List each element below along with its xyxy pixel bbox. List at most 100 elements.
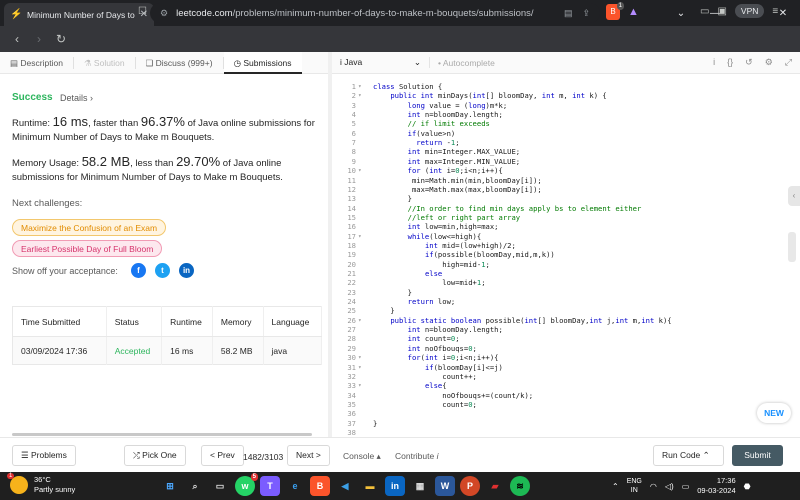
prev-button[interactable]: < Prev: [201, 445, 244, 466]
horizontal-scrollbar[interactable]: [12, 433, 312, 436]
cell-status-link[interactable]: Accepted: [106, 336, 163, 365]
details-link[interactable]: Details ›: [60, 93, 93, 103]
brave-shields-icon[interactable]: B1: [606, 2, 624, 20]
column-header[interactable]: Time Submitted: [12, 306, 107, 337]
code-line[interactable]: 19 if(possible(bloomDay,mid,m,k)): [332, 250, 790, 259]
contribute-link[interactable]: Contribute i: [395, 451, 438, 461]
brave-icon[interactable]: B: [310, 476, 330, 496]
chevron-up-icon[interactable]: ⌃: [612, 482, 619, 491]
code-line[interactable]: 6 if(value>n): [332, 129, 790, 138]
code-line[interactable]: 34 noOfbouqs+=(count/k);: [332, 391, 790, 400]
browser-tab[interactable]: ⚡ Minimum Number of Days to M ✕: [4, 3, 154, 26]
code-line[interactable]: 7 return -1;: [332, 138, 790, 147]
autocomplete-toggle[interactable]: • Autocomplete: [438, 58, 495, 68]
address-bar[interactable]: ⚙ leetcode.com/problems/minimum-number-o…: [150, 3, 600, 23]
code-line[interactable]: 13 }: [332, 194, 790, 203]
code-line[interactable]: 22 low=mid+1;: [332, 278, 790, 287]
run-code-button[interactable]: Run Code ⌃: [653, 445, 724, 466]
wifi-icon[interactable]: ◠: [650, 482, 657, 491]
twitter-icon[interactable]: t: [155, 263, 170, 278]
fullscreen-icon[interactable]: ⤢: [785, 57, 792, 68]
code-line[interactable]: 38: [332, 428, 790, 437]
pick-one-button[interactable]: ⤮ Pick One: [124, 445, 186, 466]
code-line[interactable]: 11 min=Math.min(min,bloomDay[i]);: [332, 176, 790, 185]
code-line[interactable]: 24 return low;: [332, 297, 790, 306]
fold-chevron-icon[interactable]: ▾: [358, 363, 366, 372]
windows-start-icon[interactable]: ⊞: [160, 476, 180, 496]
code-line[interactable]: 33 ▾ else{: [332, 381, 790, 390]
linkedin-app-icon[interactable]: in: [385, 476, 405, 496]
brave-rewards-icon[interactable]: ▲: [628, 6, 639, 18]
editor-scrollbar[interactable]: [788, 232, 796, 262]
problems-button[interactable]: ☰ Problems: [12, 445, 76, 466]
submit-button[interactable]: Submit: [732, 445, 783, 466]
collapse-arrow-icon[interactable]: ‹: [788, 186, 800, 206]
code-line[interactable]: 20 high=mid-1;: [332, 260, 790, 269]
table-row[interactable]: 03/09/2024 17:36 Accepted 16 ms 58.2 MB …: [12, 336, 323, 365]
linkedin-icon[interactable]: in: [179, 263, 194, 278]
word-icon[interactable]: W: [435, 476, 455, 496]
facebook-icon[interactable]: f: [131, 263, 146, 278]
fold-chevron-icon[interactable]: ▾: [358, 316, 366, 325]
bookmark-icon[interactable]: ☐: [138, 6, 147, 17]
code-line[interactable]: 2 ▾ public int minDays(int[] bloomDay, in…: [332, 91, 790, 100]
fold-chevron-icon[interactable]: ▾: [358, 381, 366, 390]
fold-chevron-icon[interactable]: ▾: [358, 91, 366, 100]
code-line[interactable]: 8 int min=Integer.MAX_VALUE;: [332, 147, 790, 156]
powerpoint-icon[interactable]: P: [460, 476, 480, 496]
code-line[interactable]: 21 else: [332, 269, 790, 278]
code-line[interactable]: 14 //In order to find min days apply bs …: [332, 204, 790, 213]
info-icon[interactable]: i: [713, 57, 715, 68]
code-line[interactable]: 17 ▾ while(low<=high){: [332, 232, 790, 241]
fold-chevron-icon[interactable]: ▾: [358, 82, 366, 91]
code-line[interactable]: 16 int low=min,high=max;: [332, 222, 790, 231]
code-line[interactable]: 4 int n=bloomDay.length;: [332, 110, 790, 119]
code-line[interactable]: 10 ▾ for (int i=0;i<n;i++){: [332, 166, 790, 175]
file-explorer-icon[interactable]: ▬: [360, 476, 380, 496]
tab-description[interactable]: ▤ Description: [0, 52, 73, 74]
search-icon[interactable]: ⌕: [185, 476, 205, 496]
code-line[interactable]: 26 ▾ public static boolean possible(int[]…: [332, 316, 790, 325]
notifications-icon[interactable]: ⬣: [744, 482, 751, 491]
code-line[interactable]: 25 }: [332, 306, 790, 315]
code-line[interactable]: 31 ▾ if(bloomDay[i]<=j): [332, 363, 790, 372]
code-area[interactable]: 1 ▾ class Solution {2 ▾ public int minDays(…: [332, 82, 777, 437]
settings-icon[interactable]: ⚙: [765, 57, 773, 68]
code-line[interactable]: 37}: [332, 419, 790, 428]
console-toggle[interactable]: Console ▴: [343, 451, 381, 462]
menu-icon[interactable]: ≡: [772, 6, 778, 17]
column-header[interactable]: Language: [263, 306, 323, 337]
next-button[interactable]: Next >: [287, 445, 330, 466]
code-line[interactable]: 32 count++;: [332, 372, 790, 381]
edge-icon[interactable]: e: [285, 476, 305, 496]
store-icon[interactable]: ▦: [410, 476, 430, 496]
code-line[interactable]: 35 count=0;: [332, 400, 790, 409]
weather-widget[interactable]: 1 36°C Partly sunny: [7, 473, 75, 495]
reload-icon[interactable]: ↻: [50, 32, 72, 46]
code-line[interactable]: 9 int max=Integer.MIN_VALUE;: [332, 157, 790, 166]
tab-solution[interactable]: ⚗ Solution: [74, 52, 135, 74]
new-feature-button[interactable]: NEW: [757, 403, 791, 423]
language-select[interactable]: i Java ⌄: [340, 57, 430, 68]
chevron-down-icon[interactable]: ⌄: [664, 8, 698, 19]
code-line[interactable]: 15 //left or right part array: [332, 213, 790, 222]
code-line[interactable]: 23 }: [332, 288, 790, 297]
clock[interactable]: 17:36 09-03-2024: [697, 476, 735, 496]
back-icon[interactable]: ‹: [6, 32, 28, 46]
challenge-chip-medium[interactable]: Maximize the Confusion of an Exam: [12, 219, 167, 236]
whatsapp-icon[interactable]: w5: [235, 473, 258, 496]
code-line[interactable]: 12 max=Math.max(max,bloomDay[i]);: [332, 185, 790, 194]
forward-icon[interactable]: ›: [28, 32, 50, 46]
pdf-icon[interactable]: ▰: [485, 476, 505, 496]
volume-icon[interactable]: ◁): [665, 482, 674, 491]
teams-icon[interactable]: T: [260, 476, 280, 496]
site-info-icon[interactable]: ⚙: [160, 8, 168, 19]
reader-mode-icon[interactable]: ▤: [564, 8, 573, 19]
challenge-chip-hard[interactable]: Earliest Possible Day of Full Bloom: [12, 240, 163, 257]
code-line[interactable]: 3 long value = (long)m*k;: [332, 101, 790, 110]
code-line[interactable]: 1 ▾ class Solution {: [332, 82, 790, 91]
code-line[interactable]: 36: [332, 409, 790, 418]
braces-icon[interactable]: {}: [727, 57, 733, 68]
reset-icon[interactable]: ↺: [745, 57, 753, 68]
fold-chevron-icon[interactable]: ▾: [358, 166, 366, 175]
